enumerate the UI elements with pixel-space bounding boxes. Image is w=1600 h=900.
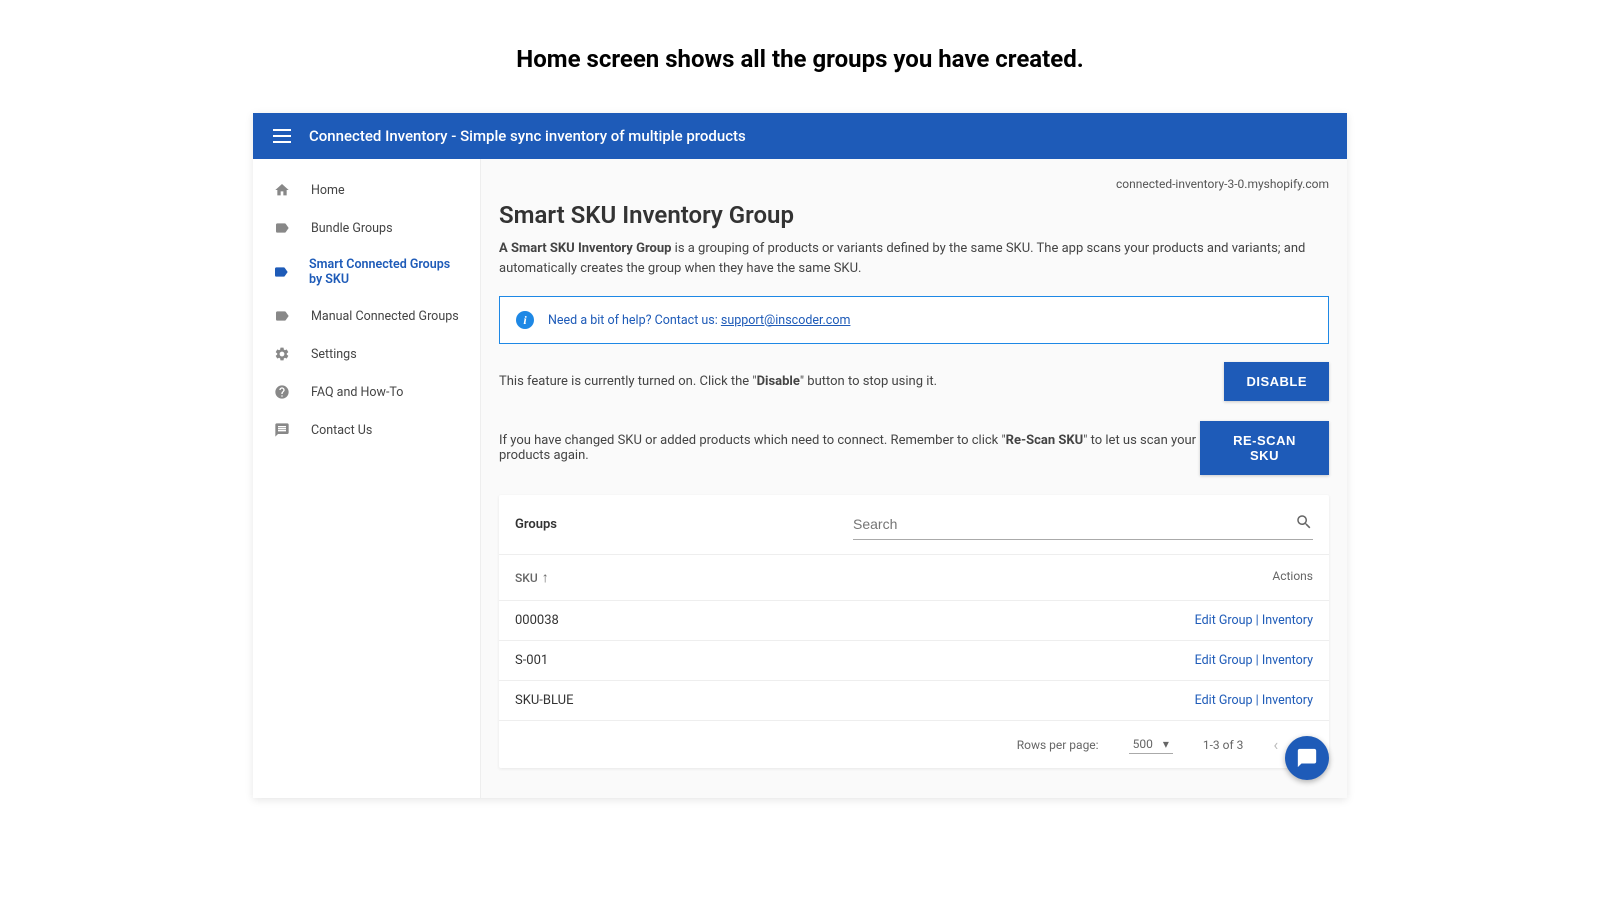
disable-text: This feature is currently turned on. Cli… (499, 374, 937, 389)
sidebar-item-manual-connected[interactable]: Manual Connected Groups (253, 297, 480, 335)
rows-per-page-label: Rows per page: (1017, 738, 1099, 752)
app-window: Connected Inventory - Simple sync invent… (253, 113, 1347, 798)
chat-icon (273, 421, 291, 439)
edit-group-link[interactable]: Edit Group (1195, 613, 1253, 628)
label-icon (273, 219, 291, 237)
search-icon[interactable] (1295, 513, 1313, 535)
chat-fab[interactable] (1285, 736, 1329, 780)
sku-cell: SKU-BLUE (515, 693, 573, 708)
table-footer: Rows per page: 500 ▾ 1-3 of 3 ‹ › (499, 720, 1329, 768)
inventory-link[interactable]: Inventory (1262, 613, 1313, 628)
edit-group-link[interactable]: Edit Group (1195, 653, 1253, 668)
help-banner: i Need a bit of help? Contact us: suppor… (499, 296, 1329, 344)
sidebar-item-label: FAQ and How-To (311, 385, 403, 400)
home-icon (273, 181, 291, 199)
sidebar-item-settings[interactable]: Settings (253, 335, 480, 373)
menu-icon[interactable] (273, 129, 291, 143)
help-text: Need a bit of help? Contact us: (548, 313, 721, 328)
sidebar-item-label: Contact Us (311, 423, 372, 438)
sidebar-item-label: Settings (311, 347, 357, 362)
column-sku[interactable]: SKU↑ (515, 569, 549, 586)
sidebar-item-contact[interactable]: Contact Us (253, 411, 480, 449)
inventory-link[interactable]: Inventory (1262, 653, 1313, 668)
help-icon (273, 383, 291, 401)
row-actions: Edit Group | Inventory (1195, 693, 1313, 708)
rescan-text: If you have changed SKU or added product… (499, 433, 1200, 463)
shop-url: connected-inventory-3-0.myshopify.com (499, 177, 1329, 191)
row-actions: Edit Group | Inventory (1195, 653, 1313, 668)
pagination-range: 1-3 of 3 (1203, 738, 1244, 752)
groups-title: Groups (515, 517, 557, 532)
page-caption: Home screen shows all the groups you hav… (0, 45, 1600, 73)
inventory-link[interactable]: Inventory (1262, 693, 1313, 708)
page-title: Smart SKU Inventory Group (499, 201, 1329, 229)
table-header: SKU↑ Actions (499, 554, 1329, 600)
table-row: 000038 Edit Group | Inventory (499, 600, 1329, 640)
prev-page-button[interactable]: ‹ (1273, 735, 1278, 754)
page-description: A Smart SKU Inventory Group is a groupin… (499, 239, 1329, 278)
table-row: SKU-BLUE Edit Group | Inventory (499, 680, 1329, 720)
sidebar-item-faq[interactable]: FAQ and How-To (253, 373, 480, 411)
gear-icon (273, 345, 291, 363)
edit-group-link[interactable]: Edit Group (1195, 693, 1253, 708)
sidebar-item-bundle-groups[interactable]: Bundle Groups (253, 209, 480, 247)
sidebar-item-smart-connected[interactable]: Smart Connected Groups by SKU (253, 247, 480, 297)
chat-bubble-icon (1296, 747, 1318, 769)
disable-button[interactable]: DISABLE (1224, 362, 1329, 401)
groups-card: Groups SKU↑ Actions 000038 Edit Group | (499, 495, 1329, 768)
chevron-down-icon: ▾ (1163, 737, 1169, 751)
desc-lead: A Smart SKU Inventory Group (499, 241, 671, 256)
table-row: S-001 Edit Group | Inventory (499, 640, 1329, 680)
column-actions: Actions (1272, 569, 1313, 586)
sku-cell: 000038 (515, 613, 559, 628)
label-icon (273, 307, 291, 325)
row-actions: Edit Group | Inventory (1195, 613, 1313, 628)
sidebar-item-label: Home (311, 183, 345, 198)
search-input[interactable] (853, 516, 1295, 532)
sidebar: Home Bundle Groups Smart Connected Group… (253, 159, 481, 798)
label-icon (273, 263, 289, 281)
app-title: Connected Inventory - Simple sync invent… (309, 127, 746, 145)
sidebar-item-label: Bundle Groups (311, 221, 393, 236)
sidebar-item-home[interactable]: Home (253, 171, 480, 209)
info-icon: i (516, 311, 534, 329)
search-field[interactable] (853, 509, 1313, 540)
disable-row: This feature is currently turned on. Cli… (499, 362, 1329, 401)
rescan-button[interactable]: RE-SCAN SKU (1200, 421, 1329, 475)
rescan-row: If you have changed SKU or added product… (499, 421, 1329, 475)
rows-per-page-select[interactable]: 500 ▾ (1129, 735, 1173, 754)
sort-asc-icon: ↑ (542, 569, 549, 586)
sidebar-item-label: Smart Connected Groups by SKU (309, 257, 460, 287)
app-header: Connected Inventory - Simple sync invent… (253, 113, 1347, 159)
main-content: connected-inventory-3-0.myshopify.com Sm… (481, 159, 1347, 798)
sidebar-item-label: Manual Connected Groups (311, 309, 459, 324)
sku-cell: S-001 (515, 653, 548, 668)
support-email-link[interactable]: support@inscoder.com (721, 313, 851, 328)
